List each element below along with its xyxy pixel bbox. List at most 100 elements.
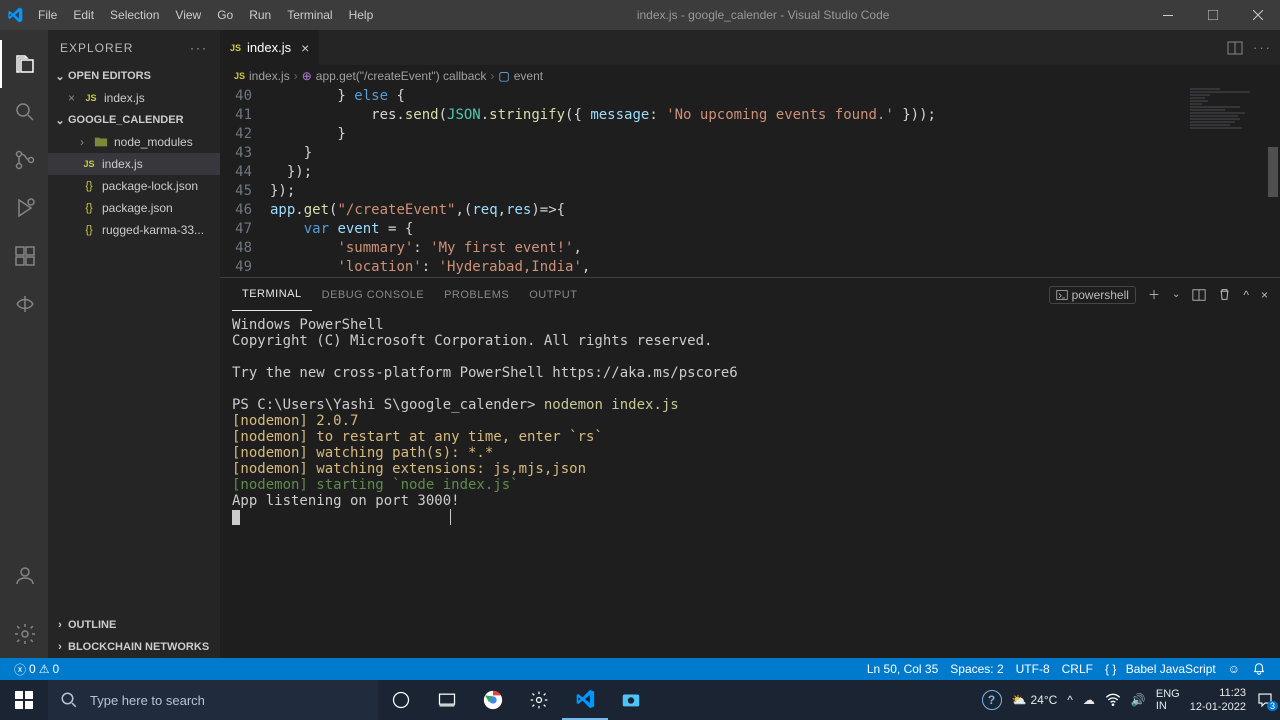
warning-icon: ⚠: [39, 662, 50, 676]
menu-run[interactable]: Run: [241, 8, 279, 22]
eol[interactable]: CRLF: [1056, 662, 1099, 676]
remote-icon[interactable]: [0, 280, 48, 328]
minimize-button[interactable]: [1145, 0, 1190, 30]
extensions-icon[interactable]: [0, 232, 48, 280]
weather-icon: ⛅: [1012, 693, 1027, 707]
new-terminal-icon[interactable]: ＋: [1148, 286, 1160, 303]
clock[interactable]: 11:2312-01-2022: [1190, 686, 1246, 714]
minimap[interactable]: [1186, 87, 1266, 277]
weather-widget[interactable]: ⛅ 24°C: [1012, 693, 1058, 707]
terminal[interactable]: Windows PowerShell Copyright (C) Microso…: [220, 311, 1280, 658]
task-view-icon[interactable]: [424, 680, 470, 720]
terminal-shell-select[interactable]: powershell: [1049, 286, 1136, 304]
close-icon[interactable]: ×: [68, 91, 82, 105]
tab-label: index.js: [247, 40, 291, 55]
menu-help[interactable]: Help: [341, 8, 382, 22]
menu-selection[interactable]: Selection: [102, 8, 167, 22]
accounts-icon[interactable]: [0, 552, 48, 600]
sidebar-explorer: EXPLORER ··· ⌄ OPEN EDITORS ×JSindex.js …: [48, 30, 220, 658]
file-name: index.js: [102, 157, 143, 171]
panel-tabs: TERMINALDEBUG CONSOLEPROBLEMSOUTPUT powe…: [220, 278, 1280, 311]
blockchain-section[interactable]: › BLOCKCHAIN NETWORKS: [48, 636, 220, 658]
file-item[interactable]: {}package-lock.json: [48, 175, 220, 197]
file-name: rugged-karma-33...: [102, 223, 204, 237]
cursor-position[interactable]: Ln 50, Col 35: [861, 662, 944, 676]
run-debug-icon[interactable]: [0, 184, 48, 232]
onedrive-icon[interactable]: ☁: [1083, 693, 1095, 707]
volume-icon[interactable]: 🔊: [1131, 693, 1146, 707]
language-indicator[interactable]: ENGIN: [1156, 688, 1180, 712]
editor-scrollbar[interactable]: [1266, 87, 1280, 277]
outline-section[interactable]: › OUTLINE: [48, 614, 220, 636]
json-file-icon: {}: [80, 202, 98, 214]
breadcrumb-item[interactable]: ⊕app.get("/createEvent") callback: [302, 69, 487, 83]
activity-bar: [0, 30, 48, 658]
folder-section[interactable]: ⌄ GOOGLE_CALENDER: [48, 109, 220, 131]
file-item[interactable]: {} rugged-karma-33...: [48, 219, 220, 241]
cortana-icon[interactable]: [378, 680, 424, 720]
start-button[interactable]: [0, 680, 48, 720]
split-terminal-icon[interactable]: [1192, 288, 1206, 302]
menu-bar: FileEditSelectionViewGoRunTerminalHelp: [30, 8, 381, 22]
maximize-button[interactable]: [1190, 0, 1235, 30]
chevron-down-icon: ⌄: [52, 114, 68, 127]
menu-file[interactable]: File: [30, 8, 65, 22]
open-editor-item[interactable]: ×JSindex.js: [48, 87, 220, 109]
status-bar: ⓧ0 ⚠0 Ln 50, Col 35 Spaces: 2 UTF-8 CRLF…: [0, 658, 1280, 680]
chevron-right-icon: ›: [80, 135, 92, 149]
panel-tab-terminal[interactable]: TERMINAL: [232, 278, 312, 311]
encoding[interactable]: UTF-8: [1010, 662, 1056, 676]
notifications-icon[interactable]: [1246, 662, 1272, 676]
open-editors-section[interactable]: ⌄ OPEN EDITORS: [48, 65, 220, 87]
breadcrumb-item[interactable]: JSindex.js: [234, 69, 290, 83]
file-item[interactable]: {}package.json: [48, 197, 220, 219]
close-button[interactable]: [1235, 0, 1280, 30]
settings-icon[interactable]: [516, 680, 562, 720]
method-icon: ⊕: [302, 69, 312, 83]
errors-status[interactable]: ⓧ0 ⚠0: [8, 661, 65, 678]
chevron-right-icon: ›: [294, 69, 298, 83]
file-item[interactable]: ›node_modules: [48, 131, 220, 153]
split-editor-icon[interactable]: [1227, 40, 1243, 56]
source-control-icon[interactable]: [0, 136, 48, 184]
panel: TERMINALDEBUG CONSOLEPROBLEMSOUTPUT powe…: [220, 277, 1280, 658]
panel-tab-output[interactable]: OUTPUT: [519, 278, 587, 311]
chrome-icon[interactable]: [470, 680, 516, 720]
feedback-icon[interactable]: ☺: [1222, 662, 1246, 676]
panel-tab-debug-console[interactable]: DEBUG CONSOLE: [312, 278, 434, 311]
settings-gear-icon[interactable]: [0, 610, 48, 658]
close-tab-icon[interactable]: ×: [301, 40, 309, 56]
js-file-icon: JS: [82, 93, 100, 103]
chevron-down-icon[interactable]: ⌄: [1172, 289, 1180, 300]
menu-edit[interactable]: Edit: [65, 8, 102, 22]
explorer-icon[interactable]: [0, 40, 48, 88]
taskbar-search[interactable]: Type here to search: [48, 680, 378, 720]
breadcrumb[interactable]: JSindex.js › ⊕app.get("/createEvent") call…: [220, 65, 1280, 87]
wifi-icon[interactable]: [1105, 692, 1121, 708]
more-actions-icon[interactable]: ···: [1253, 40, 1272, 55]
json-file-icon: {}: [80, 224, 98, 236]
help-icon[interactable]: ?: [982, 690, 1002, 710]
file-item[interactable]: JSindex.js: [48, 153, 220, 175]
explorer-more-icon[interactable]: ···: [190, 41, 208, 55]
search-icon[interactable]: [0, 88, 48, 136]
menu-view[interactable]: View: [167, 8, 209, 22]
folder-icon: [92, 135, 110, 149]
breadcrumb-item[interactable]: ▢event: [498, 69, 543, 83]
panel-tab-problems[interactable]: PROBLEMS: [434, 278, 519, 311]
tray-expand-icon[interactable]: ^: [1067, 693, 1073, 707]
menu-go[interactable]: Go: [209, 8, 241, 22]
code-editor[interactable]: 4041424344454647484950 } else { res.send…: [220, 87, 1280, 277]
maximize-panel-icon[interactable]: ^: [1243, 288, 1249, 302]
language-mode[interactable]: { } Babel JavaScript: [1099, 662, 1222, 676]
camera-icon[interactable]: [608, 680, 654, 720]
notification-center-icon[interactable]: 3: [1256, 691, 1274, 709]
menu-terminal[interactable]: Terminal: [279, 8, 340, 22]
chevron-down-icon: ⌄: [52, 70, 68, 83]
tab-index-js[interactable]: JS index.js ×: [220, 30, 320, 65]
kill-terminal-icon[interactable]: [1218, 288, 1231, 301]
close-panel-icon[interactable]: ×: [1261, 288, 1268, 302]
window-title: index.js - google_calender - Visual Stud…: [381, 8, 1145, 22]
vscode-taskbar-icon[interactable]: [562, 680, 608, 720]
indentation[interactable]: Spaces: 2: [944, 662, 1009, 676]
